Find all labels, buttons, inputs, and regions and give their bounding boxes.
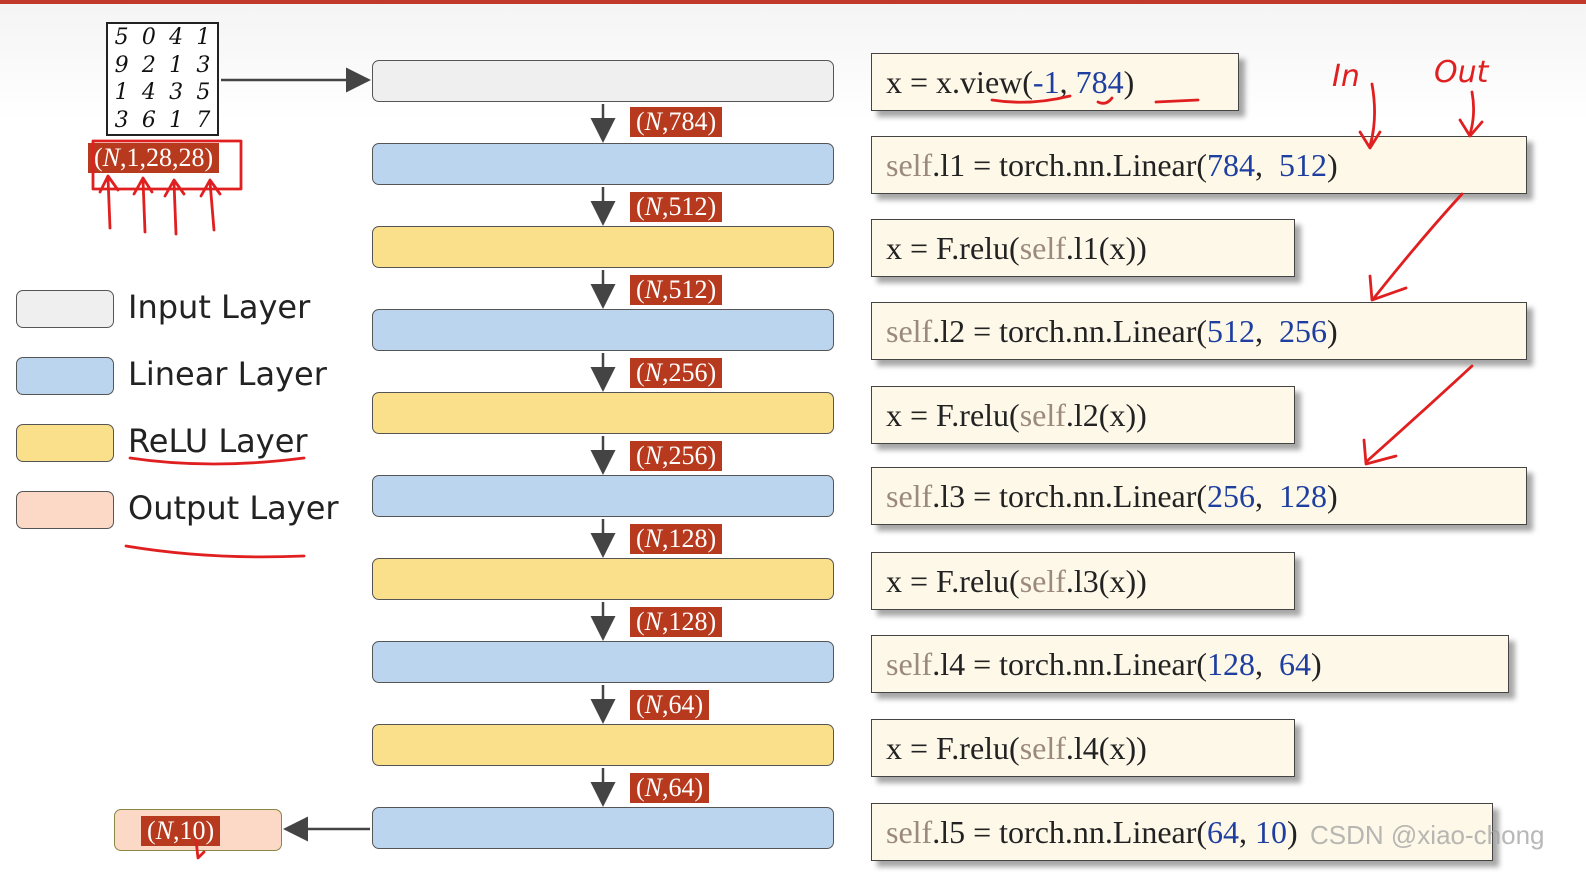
underline-mark — [124, 544, 306, 559]
up-arrow-mark — [98, 174, 120, 230]
underline-mark — [128, 456, 306, 466]
in-annotation: In — [1332, 59, 1360, 94]
connector-overlay: In Out — [91, 55, 1490, 860]
up-arrow-mark — [163, 178, 186, 236]
out-arrow-mark — [1458, 90, 1484, 138]
pointer-cursor-mark — [194, 838, 206, 860]
up-arrow-mark — [199, 178, 222, 232]
out-annotation: Out — [1434, 55, 1490, 90]
curved-arrow-mark — [1362, 364, 1474, 466]
underline-mark — [990, 94, 1200, 105]
up-arrow-mark — [132, 176, 154, 234]
curved-arrow-mark — [1368, 192, 1464, 302]
input-shape-highlight — [91, 139, 243, 191]
in-arrow-mark — [1358, 82, 1382, 150]
